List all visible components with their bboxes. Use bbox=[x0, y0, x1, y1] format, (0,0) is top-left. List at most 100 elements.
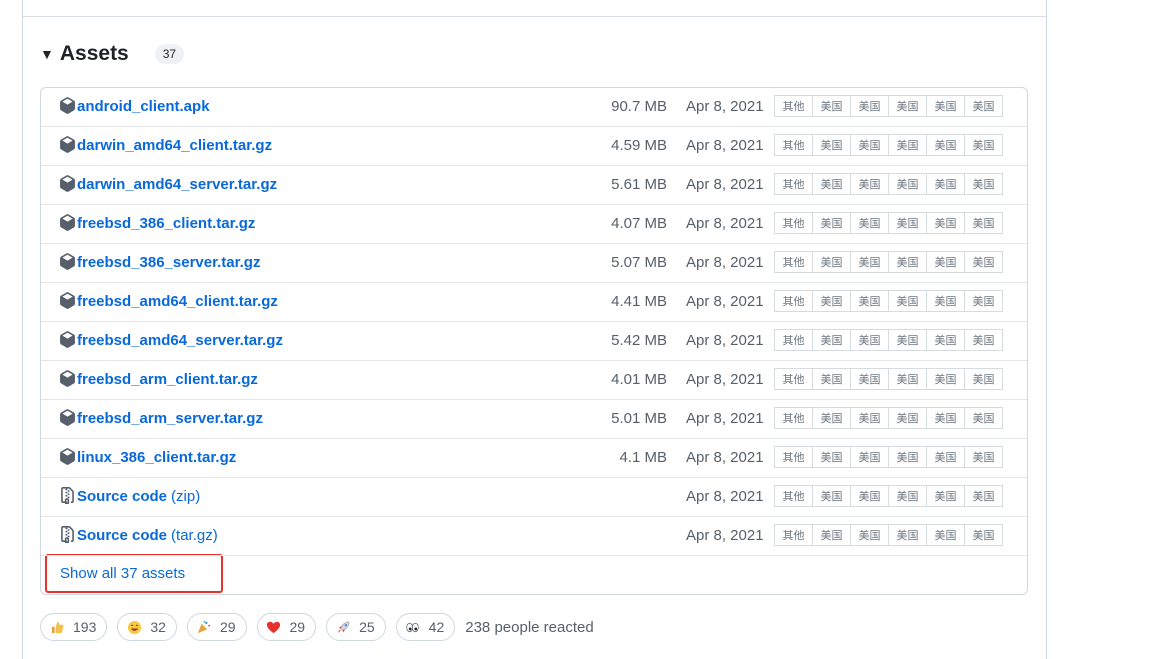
mirror-link[interactable]: 美国 bbox=[964, 212, 1003, 234]
mirror-link[interactable]: 美国 bbox=[964, 407, 1003, 429]
mirror-link[interactable]: 美国 bbox=[850, 134, 889, 156]
mirror-link[interactable]: 美国 bbox=[888, 524, 927, 546]
mirror-link[interactable]: 美国 bbox=[850, 212, 889, 234]
mirror-link[interactable]: 美国 bbox=[888, 251, 927, 273]
mirror-link[interactable]: 美国 bbox=[888, 95, 927, 117]
source-code-link[interactable]: Source code (zip) bbox=[77, 488, 200, 505]
mirror-link[interactable]: 美国 bbox=[926, 290, 965, 312]
asset-size: 5.42 MB bbox=[611, 332, 667, 349]
asset-download-link[interactable]: android_client.apk bbox=[77, 98, 210, 115]
asset-download-link[interactable]: freebsd_amd64_client.tar.gz bbox=[77, 293, 278, 310]
mirror-link[interactable]: 美国 bbox=[888, 290, 927, 312]
mirror-link[interactable]: 其他 bbox=[774, 290, 813, 312]
mirror-link[interactable]: 其他 bbox=[774, 251, 813, 273]
mirror-link[interactable]: 美国 bbox=[926, 95, 965, 117]
mirror-link[interactable]: 其他 bbox=[774, 485, 813, 507]
reaction-laugh-button[interactable]: 32 bbox=[117, 613, 177, 641]
mirror-link[interactable]: 美国 bbox=[888, 329, 927, 351]
assets-toggle[interactable]: ▼ Assets 37 bbox=[40, 39, 185, 69]
mirror-link[interactable]: 美国 bbox=[888, 407, 927, 429]
mirror-link[interactable]: 其他 bbox=[774, 524, 813, 546]
reaction-rocket-button[interactable]: 25 bbox=[326, 613, 386, 641]
mirror-link[interactable]: 美国 bbox=[964, 485, 1003, 507]
asset-download-link[interactable]: freebsd_386_server.tar.gz bbox=[77, 254, 260, 271]
mirror-link[interactable]: 美国 bbox=[850, 290, 889, 312]
mirror-link[interactable]: 美国 bbox=[812, 407, 851, 429]
mirror-link[interactable]: 美国 bbox=[888, 173, 927, 195]
asset-download-link[interactable]: freebsd_386_client.tar.gz bbox=[77, 215, 255, 232]
mirror-link[interactable]: 美国 bbox=[888, 485, 927, 507]
mirror-link[interactable]: 美国 bbox=[964, 290, 1003, 312]
mirror-link[interactable]: 美国 bbox=[812, 524, 851, 546]
mirror-link[interactable]: 美国 bbox=[812, 251, 851, 273]
mirror-link[interactable]: 美国 bbox=[926, 407, 965, 429]
mirror-link[interactable]: 其他 bbox=[774, 134, 813, 156]
mirror-link[interactable]: 美国 bbox=[964, 95, 1003, 117]
mirror-link[interactable]: 美国 bbox=[850, 329, 889, 351]
mirror-links: 其他 美国 美国 美国 美国 美国 bbox=[774, 329, 1003, 351]
mirror-link[interactable]: 美国 bbox=[964, 524, 1003, 546]
mirror-link[interactable]: 美国 bbox=[926, 329, 965, 351]
mirror-link[interactable]: 美国 bbox=[812, 368, 851, 390]
mirror-link[interactable]: 其他 bbox=[774, 173, 813, 195]
mirror-link[interactable]: 美国 bbox=[926, 368, 965, 390]
mirror-link[interactable]: 美国 bbox=[812, 212, 851, 234]
mirror-link[interactable]: 美国 bbox=[850, 95, 889, 117]
mirror-link[interactable]: 美国 bbox=[850, 251, 889, 273]
mirror-link[interactable]: 美国 bbox=[926, 485, 965, 507]
mirror-link[interactable]: 其他 bbox=[774, 95, 813, 117]
triangle-down-icon: ▼ bbox=[40, 46, 54, 62]
thumbs-up-icon bbox=[49, 619, 65, 635]
mirror-link[interactable]: 美国 bbox=[888, 446, 927, 468]
reaction-thumbs-up-button[interactable]: 193 bbox=[40, 613, 108, 641]
source-code-link[interactable]: Source code (tar.gz) bbox=[77, 527, 218, 544]
mirror-link[interactable]: 美国 bbox=[812, 290, 851, 312]
show-all-assets-link[interactable]: Show all 37 assets bbox=[45, 554, 223, 593]
mirror-link[interactable]: 美国 bbox=[812, 95, 851, 117]
mirror-link[interactable]: 美国 bbox=[850, 368, 889, 390]
mirror-link[interactable]: 美国 bbox=[850, 407, 889, 429]
mirror-link[interactable]: 美国 bbox=[964, 134, 1003, 156]
mirror-link[interactable]: 美国 bbox=[850, 524, 889, 546]
asset-download-link[interactable]: freebsd_arm_server.tar.gz bbox=[77, 410, 263, 427]
mirror-link[interactable]: 美国 bbox=[812, 446, 851, 468]
reaction-hooray-button[interactable]: 29 bbox=[186, 613, 247, 641]
mirror-link[interactable]: 美国 bbox=[964, 251, 1003, 273]
mirror-link[interactable]: 美国 bbox=[850, 485, 889, 507]
mirror-link[interactable]: 其他 bbox=[774, 329, 813, 351]
reaction-count: 29 bbox=[219, 619, 236, 635]
mirror-link[interactable]: 美国 bbox=[812, 485, 851, 507]
reaction-heart-button[interactable]: 29 bbox=[256, 613, 317, 641]
mirror-link[interactable]: 美国 bbox=[926, 251, 965, 273]
asset-download-link[interactable]: freebsd_amd64_server.tar.gz bbox=[77, 332, 283, 349]
mirror-link[interactable]: 其他 bbox=[774, 446, 813, 468]
mirror-link[interactable]: 美国 bbox=[926, 134, 965, 156]
mirror-link[interactable]: 美国 bbox=[888, 368, 927, 390]
asset-download-link[interactable]: darwin_amd64_client.tar.gz bbox=[77, 137, 272, 154]
mirror-link[interactable]: 其他 bbox=[774, 212, 813, 234]
mirror-link[interactable]: 美国 bbox=[888, 212, 927, 234]
mirror-link[interactable]: 美国 bbox=[926, 212, 965, 234]
mirror-link[interactable]: 美国 bbox=[926, 524, 965, 546]
mirror-link[interactable]: 美国 bbox=[812, 329, 851, 351]
mirror-link[interactable]: 美国 bbox=[964, 446, 1003, 468]
mirror-link[interactable]: 美国 bbox=[850, 446, 889, 468]
release-card: ▼ Assets 37 Show all 37 assets android_c… bbox=[22, 0, 1047, 659]
mirror-link[interactable]: 美国 bbox=[812, 134, 851, 156]
mirror-link[interactable]: 美国 bbox=[926, 173, 965, 195]
mirror-link[interactable]: 美国 bbox=[964, 329, 1003, 351]
mirror-link[interactable]: 美国 bbox=[926, 446, 965, 468]
mirror-link[interactable]: 其他 bbox=[774, 368, 813, 390]
asset-download-link[interactable]: darwin_amd64_server.tar.gz bbox=[77, 176, 277, 193]
mirror-link[interactable]: 美国 bbox=[850, 173, 889, 195]
mirror-link[interactable]: 其他 bbox=[774, 407, 813, 429]
asset-download-link[interactable]: freebsd_arm_client.tar.gz bbox=[77, 371, 258, 388]
reaction-eyes-button[interactable]: 42 bbox=[395, 613, 456, 641]
mirror-link[interactable]: 美国 bbox=[964, 368, 1003, 390]
mirror-link[interactable]: 美国 bbox=[964, 173, 1003, 195]
mirror-links: 其他 美国 美国 美国 美国 美国 bbox=[774, 368, 1003, 390]
asset-download-link[interactable]: linux_386_client.tar.gz bbox=[77, 449, 236, 466]
mirror-link[interactable]: 美国 bbox=[812, 173, 851, 195]
mirror-links: 其他 美国 美国 美国 美国 美国 bbox=[774, 290, 1003, 312]
mirror-link[interactable]: 美国 bbox=[888, 134, 927, 156]
